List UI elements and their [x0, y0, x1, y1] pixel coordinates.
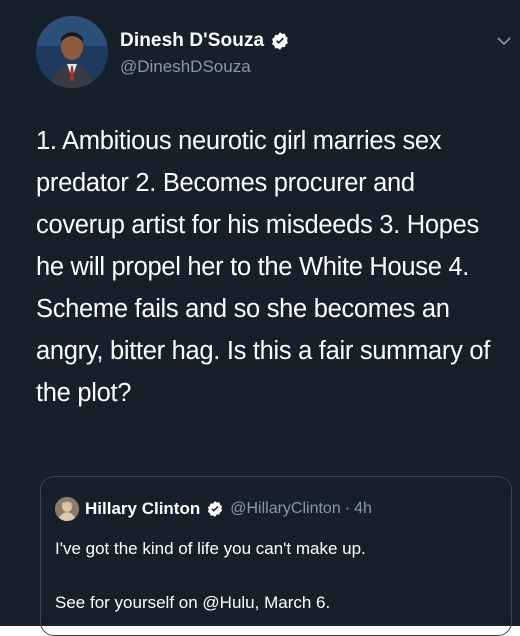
quoted-tweet-text-line: See for yourself on @Hulu, March 6. [55, 593, 331, 612]
author-avatar[interactable] [36, 16, 108, 88]
author-name-row: Dinesh D'Souza [120, 30, 290, 52]
verified-badge-icon [208, 501, 223, 517]
quoted-tweet-text-line: I've got the kind of life you can't make… [55, 539, 366, 558]
separator-dot: · [344, 500, 351, 517]
quoted-tweet[interactable]: Hillary Clinton @HillaryClinton · 4h I'v… [40, 476, 512, 636]
tweet-card: Dinesh D'Souza @DineshDSouza 1. Ambitiou… [0, 0, 520, 636]
author-handle[interactable]: @DineshDSouza [120, 57, 251, 77]
verified-badge-icon [272, 32, 289, 50]
tweet-text: 1. Ambitious neurotic girl marries sex p… [36, 127, 491, 407]
profile-photo-icon [55, 497, 79, 521]
quoted-tweet-timestamp[interactable]: 4h [354, 500, 372, 518]
quoted-author-avatar[interactable] [55, 497, 79, 521]
profile-photo-icon [36, 16, 108, 88]
author-display-name[interactable]: Dinesh D'Souza [120, 30, 264, 52]
chevron-down-icon[interactable] [497, 36, 511, 46]
quoted-author-display-name[interactable]: Hillary Clinton [85, 499, 200, 519]
quoted-author-handle[interactable]: @HillaryClinton [230, 500, 341, 518]
quoted-tweet-header: Hillary Clinton @HillaryClinton · 4h [55, 497, 372, 521]
